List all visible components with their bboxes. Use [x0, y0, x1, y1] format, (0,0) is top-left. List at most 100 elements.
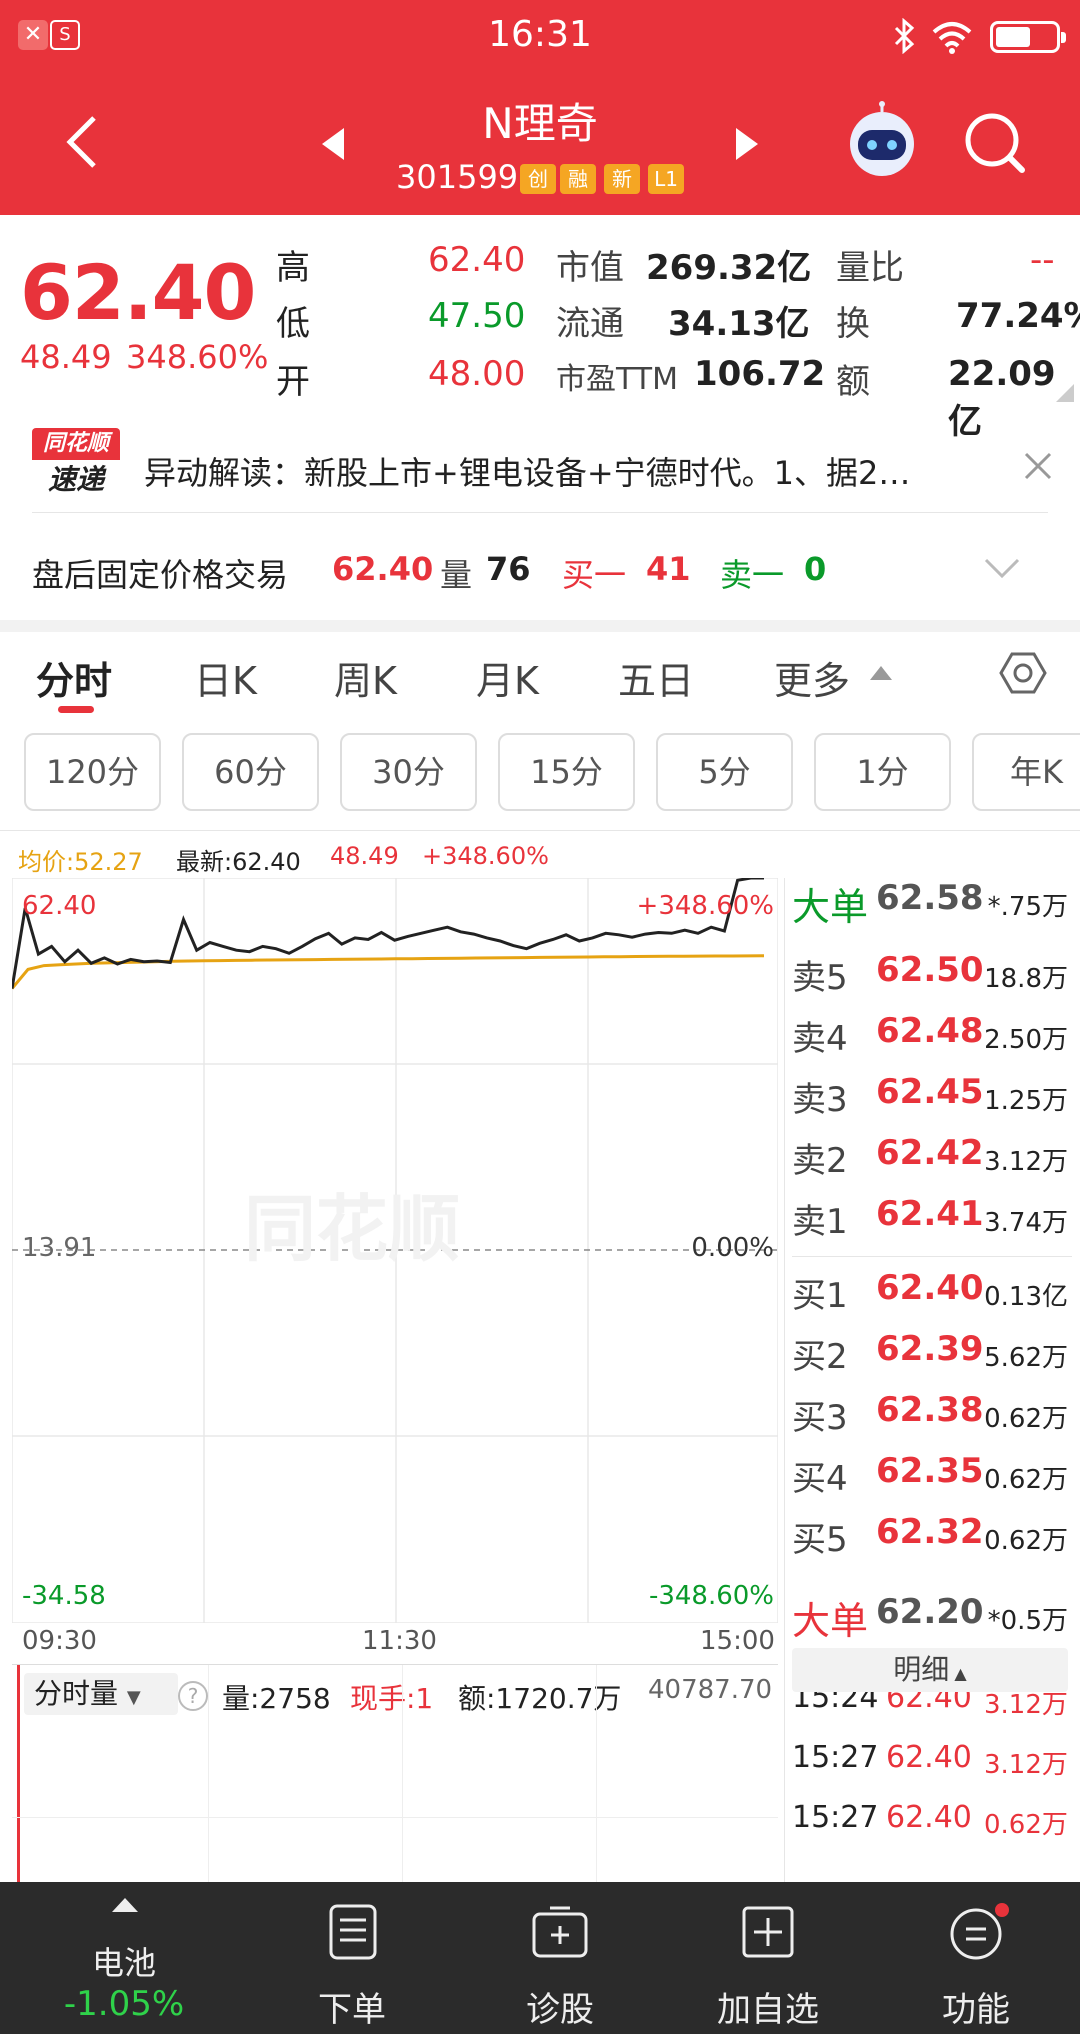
ask-price: 62.42: [876, 1133, 984, 1173]
caret-up-icon: [112, 1898, 138, 1912]
y-left-bottom: -34.58: [22, 1581, 106, 1611]
ths-express-logo: 同花顺 速递: [32, 428, 120, 500]
battery-sector-change: -1.05%: [63, 1984, 185, 2024]
big-order-label: 大单: [792, 1599, 869, 1643]
tick-time: 15:27: [792, 1740, 879, 1775]
period-15min[interactable]: 15分: [498, 733, 635, 811]
battery-sector-button[interactable]: 电池 -1.05%: [44, 1882, 204, 2034]
ask-row[interactable]: 卖3 62.45 1.25万: [792, 1072, 1072, 1128]
afterhours-vol: 76: [486, 550, 531, 588]
ask-price: 62.50: [876, 950, 984, 990]
intraday-chart[interactable]: 同花顺 62.40 13.91 -34.58 +348.60% 0.00% -3…: [12, 878, 778, 1623]
logo-top-text: 同花顺: [32, 428, 120, 460]
bid-row[interactable]: 买3 62.38 0.62万: [792, 1390, 1072, 1446]
ask-vol: 1.25万: [984, 1086, 1068, 1116]
big-order-bottom[interactable]: 大单 62.20 *0.5万: [792, 1592, 1072, 1648]
search-icon[interactable]: [960, 108, 1030, 178]
turnover-label: 换: [836, 304, 870, 344]
tick-list[interactable]: 15:24 62.40 3.12万 15:27 62.40 3.12万 15:27 62.40…: [792, 1692, 1072, 1882]
section-divider: [0, 620, 1080, 632]
high-value: 62.40: [428, 240, 526, 280]
period-1min[interactable]: 1分: [814, 733, 951, 811]
battery-icon: [990, 21, 1066, 53]
tab-weekly-k[interactable]: 周K: [334, 650, 397, 705]
tick-vol: 3.12万: [984, 1692, 1068, 1720]
amount-label: 额: [836, 362, 870, 402]
tab-five-day[interactable]: 五日: [618, 650, 694, 705]
active-tab-indicator: [58, 706, 94, 713]
ask-row[interactable]: 卖4 62.48 2.50万: [792, 1011, 1072, 1067]
big-order-price: 62.58: [876, 878, 984, 918]
bid-vol: 0.62万: [984, 1526, 1068, 1556]
volume-value: 量:2758: [222, 1682, 331, 1715]
period-120min[interactable]: 120分: [24, 733, 161, 811]
open-value: 48.00: [428, 354, 526, 394]
close-icon[interactable]: [1022, 450, 1054, 482]
big-order-label: 大单: [792, 885, 869, 929]
pct-info: +348.60%: [422, 842, 549, 870]
open-label: 开: [276, 362, 310, 402]
order-button[interactable]: 下单: [272, 1882, 432, 2034]
bid-label: 买3: [792, 1398, 848, 1438]
functions-button[interactable]: 功能: [896, 1882, 1056, 2034]
grid-line: [208, 1665, 209, 1883]
settings-hexagon-icon[interactable]: [998, 648, 1048, 698]
tag-chuang: 创: [520, 164, 556, 194]
add-icon: [742, 1906, 794, 1958]
afterhours-label: 盘后固定价格交易: [32, 556, 289, 594]
wifi-icon: [932, 22, 972, 54]
volume-panel: 分时量 ▼ ? 量:2758 现手:1 额:1720.7万 40787.70: [12, 1664, 778, 1883]
tick-time: 15:24: [792, 1692, 879, 1715]
turnover-value: 77.24%: [956, 296, 1080, 336]
tab-more[interactable]: 更多: [774, 650, 850, 705]
tab-monthly-k[interactable]: 月K: [476, 650, 539, 705]
tick-row: 15:27 62.40 3.12万: [792, 1740, 1072, 1796]
bid-row[interactable]: 买4 62.35 0.62万: [792, 1451, 1072, 1507]
period-5min[interactable]: 5分: [656, 733, 793, 811]
ask-row[interactable]: 卖5 62.50 18.8万: [792, 950, 1072, 1006]
bid-price: 62.35: [876, 1451, 984, 1491]
bid-label: 买4: [792, 1459, 848, 1499]
afterhours-price: 62.40: [332, 550, 434, 588]
bid-row[interactable]: 买5 62.32 0.62万: [792, 1512, 1072, 1568]
bluetooth-icon: [894, 18, 915, 54]
next-stock-icon[interactable]: [732, 124, 762, 164]
bid-price: 62.32: [876, 1512, 984, 1552]
bid-row[interactable]: 买1 62.40 0.13亿: [792, 1268, 1072, 1324]
ask-price: 62.45: [876, 1072, 984, 1112]
period-yearly-k[interactable]: 年K: [972, 733, 1080, 811]
add-watchlist-button[interactable]: 加自选: [688, 1882, 848, 2034]
grid-line: [402, 1665, 403, 1883]
tab-daily-k[interactable]: 日K: [194, 650, 257, 705]
robot-assistant-icon[interactable]: [842, 100, 922, 180]
tab-intraday[interactable]: 分时: [36, 650, 112, 705]
period-60min[interactable]: 60分: [182, 733, 319, 811]
afterhours-vol-label: 量: [440, 556, 473, 594]
price-change-pct: 348.60%: [126, 338, 269, 376]
orderbook-midline: [792, 1256, 1072, 1257]
tick-row: 15:27 62.40 0.62万: [792, 1800, 1072, 1856]
period-30min[interactable]: 30分: [340, 733, 477, 811]
ask-label: 卖1: [792, 1202, 848, 1242]
volume-selector[interactable]: 分时量 ▼: [24, 1673, 178, 1715]
big-order-top[interactable]: 大单 62.58 *.75万: [792, 878, 1072, 934]
header-bar: ✕ S 16:31 N理奇 301599 创 融 新 L1: [0, 0, 1080, 215]
news-ticker[interactable]: 异动解读：新股上市+锂电设备+宁德时代。1、据2…: [144, 448, 984, 494]
ask-row[interactable]: 卖1 62.41 3.74万: [792, 1194, 1072, 1250]
help-icon[interactable]: ?: [178, 1681, 208, 1711]
float-label: 流通: [556, 304, 624, 344]
diagnose-button[interactable]: 诊股: [480, 1882, 640, 2034]
ask-vol: 18.8万: [984, 964, 1068, 994]
tag-l1: L1: [648, 164, 684, 194]
chevron-down-icon[interactable]: [984, 556, 1020, 580]
battery-sector-label: 电池: [91, 1944, 156, 1982]
volume-selector-label: 分时量: [34, 1677, 119, 1710]
big-order-price: 62.20: [876, 1592, 984, 1632]
caret-up-icon: ▲: [949, 1664, 967, 1683]
detail-toggle[interactable]: 明细 ▲: [792, 1648, 1068, 1692]
watermark-logo: 同花顺: [244, 1190, 460, 1270]
ask-row[interactable]: 卖2 62.42 3.12万: [792, 1133, 1072, 1189]
grid-line: [12, 1817, 778, 1818]
big-order-vol: *.75万: [987, 892, 1068, 922]
bid-row[interactable]: 买2 62.39 5.62万: [792, 1329, 1072, 1385]
